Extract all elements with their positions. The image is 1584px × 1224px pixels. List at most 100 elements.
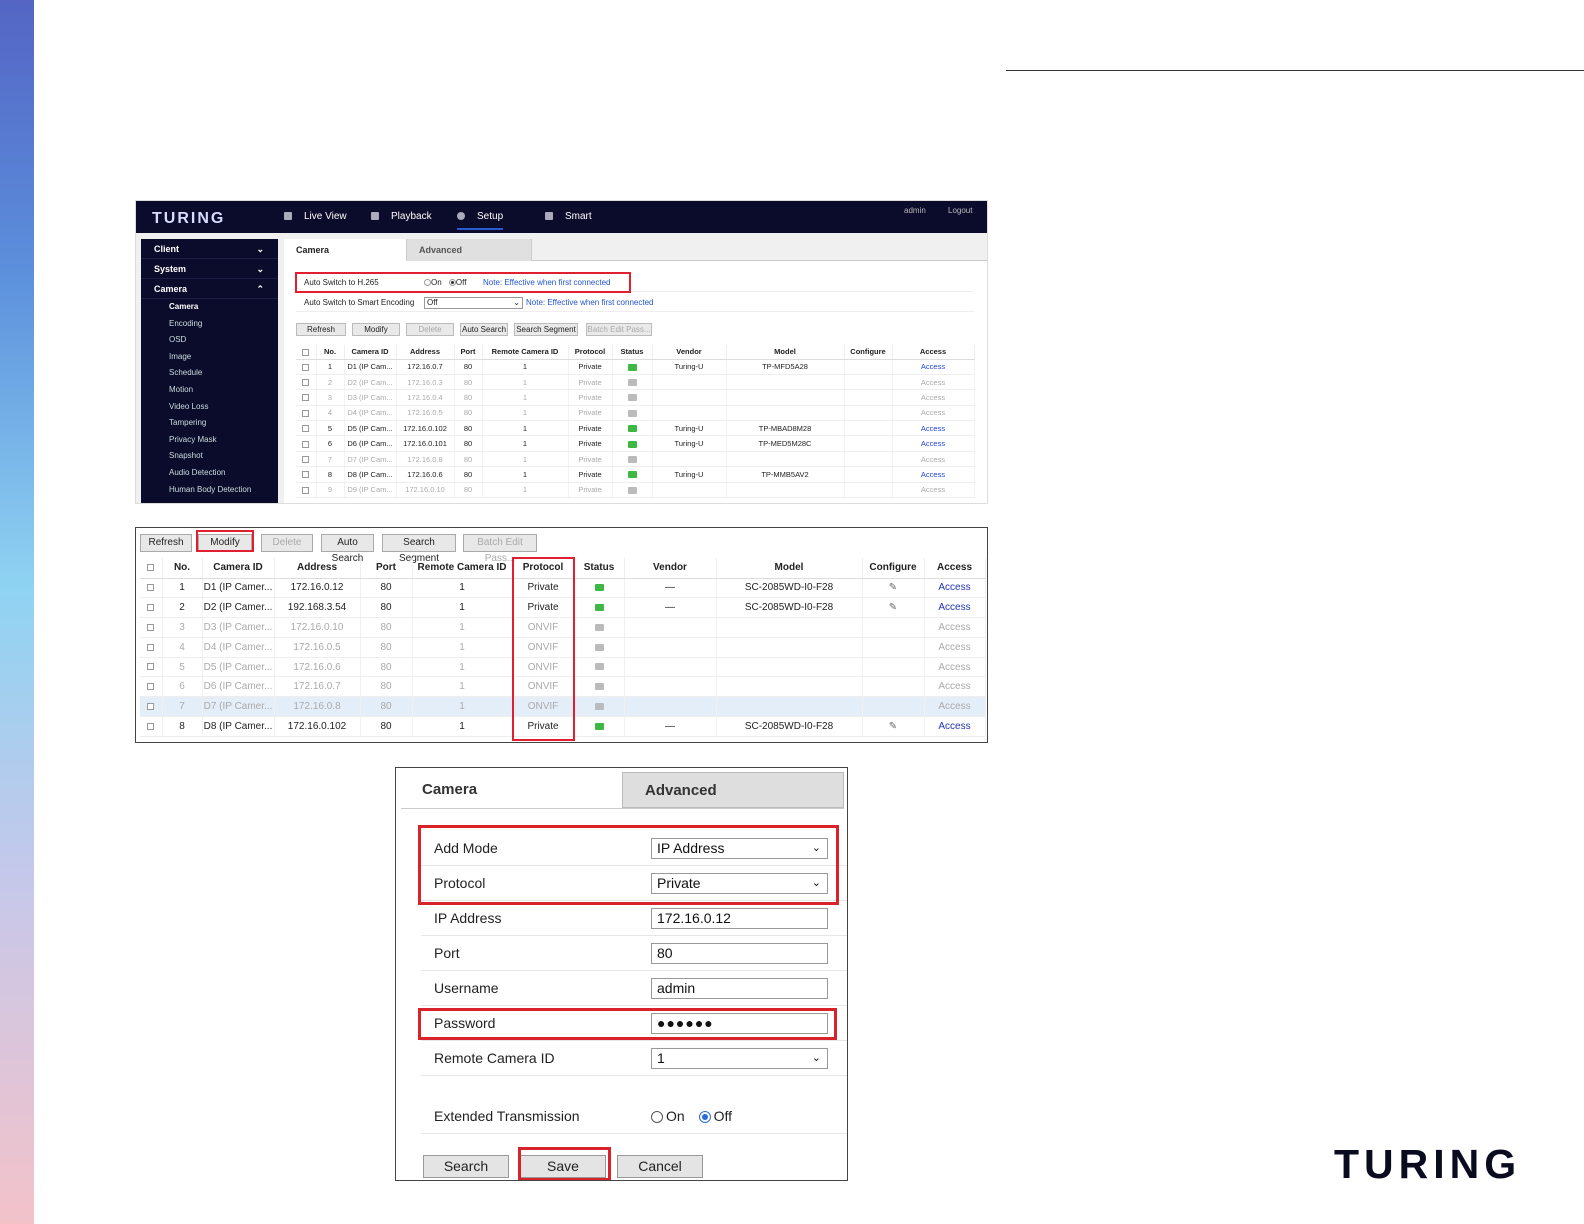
toolbar-button[interactable]: Refresh — [296, 323, 346, 336]
extended-transmission-radio-group: On Off — [651, 1099, 732, 1134]
access-link[interactable]: Access — [924, 676, 986, 698]
logout-link[interactable]: Logout — [948, 206, 972, 215]
row-checkbox[interactable] — [302, 440, 310, 448]
row-checkbox[interactable] — [302, 425, 310, 433]
pencil-icon[interactable]: ✎ — [889, 602, 897, 613]
access-link[interactable]: Access — [892, 466, 975, 483]
sidebar-item[interactable]: Schedule — [141, 365, 278, 382]
sidebar-item[interactable]: Snapshot — [141, 448, 278, 465]
row-checkbox[interactable] — [147, 584, 155, 592]
sidebar-item[interactable]: Motion — [141, 382, 278, 399]
table-row[interactable]: 5 D5 (IP Cam... 172.16.0.102 80 1 Private Turi… — [296, 420, 975, 437]
sidebar-item[interactable]: Privacy Mask — [141, 432, 278, 449]
sidebar-section-client[interactable]: Client ⌄ — [141, 239, 278, 259]
toolbar-button[interactable]: Refresh — [140, 534, 192, 552]
toolbar-button[interactable]: Search Segment — [514, 323, 578, 336]
table-row[interactable]: 3 D3 (IP Cam... 172.16.0.4 80 1 Private Access — [296, 389, 975, 406]
toolbar-button[interactable]: Delete — [261, 534, 313, 552]
row-checkbox[interactable] — [302, 409, 310, 417]
sidebar-section-system[interactable]: System ⌄ — [141, 259, 278, 279]
pencil-icon[interactable]: ✎ — [889, 721, 897, 732]
table-row[interactable]: 1 D1 (IP Cam... 172.16.0.7 80 1 Private Turing… — [296, 359, 975, 375]
ip-address-input[interactable]: 172.16.0.12 — [651, 908, 828, 929]
row-checkbox[interactable] — [147, 722, 155, 730]
ext-radio-off[interactable] — [698, 1111, 711, 1124]
access-link[interactable]: Access — [924, 657, 986, 678]
nav-setup[interactable]: Setup — [457, 211, 504, 230]
row-checkbox[interactable] — [147, 623, 155, 631]
access-link[interactable]: Access — [924, 617, 986, 638]
toolbar-button[interactable]: Auto Search — [460, 323, 508, 336]
access-link[interactable]: Access — [892, 389, 975, 406]
access-link[interactable]: Access — [924, 578, 986, 599]
row-checkbox[interactable] — [147, 703, 155, 711]
sidebar-item[interactable]: Encoding — [141, 316, 278, 333]
row-checkbox[interactable] — [302, 379, 310, 387]
access-link[interactable]: Access — [892, 374, 975, 391]
toolbar-button[interactable]: Modify — [352, 323, 400, 336]
sidebar-item[interactable]: OSD — [141, 332, 278, 349]
sidebar-item[interactable]: Audio Detection — [141, 465, 278, 482]
row-checkbox[interactable] — [147, 663, 155, 671]
row-checkbox[interactable] — [302, 486, 310, 494]
nav-live-view[interactable]: Live View — [284, 211, 347, 222]
access-link[interactable]: Access — [892, 435, 975, 452]
access-link[interactable]: Access — [924, 637, 986, 658]
access-link[interactable]: Access — [892, 359, 975, 375]
table-row[interactable]: 8 D8 (IP Cam... 172.16.0.6 80 1 Private Turing… — [296, 466, 975, 483]
toolbar-button[interactable]: Batch Edit Pass... — [586, 323, 652, 336]
sidebar-item[interactable]: Human Body Detection — [141, 482, 278, 499]
access-link[interactable]: Access — [924, 597, 986, 619]
nav-playback[interactable]: Playback — [371, 211, 432, 222]
sidebar-item[interactable]: Image — [141, 349, 278, 366]
table-row[interactable]: 4 D4 (IP Cam... 172.16.0.5 80 1 Private Access — [296, 405, 975, 422]
camera-address: 172.16.0.10 — [274, 617, 361, 638]
tab-camera[interactable]: Camera — [284, 239, 406, 261]
row-checkbox[interactable] — [302, 471, 310, 479]
sidebar-item[interactable]: Video Loss — [141, 399, 278, 416]
search-button[interactable]: Search — [423, 1155, 509, 1178]
nav-smart[interactable]: Smart — [545, 211, 592, 222]
access-link[interactable]: Access — [924, 696, 986, 718]
access-link[interactable]: Access — [892, 451, 975, 468]
sidebar-item[interactable]: Tampering — [141, 415, 278, 432]
tab-camera[interactable]: Camera — [401, 772, 622, 808]
row-checkbox[interactable] — [147, 683, 155, 691]
smart-encoding-select[interactable]: Off ⌄ — [424, 297, 523, 309]
table-row[interactable]: 9 D9 (IP Cam... 172.16.0.10 80 1 Private Acces… — [296, 482, 975, 499]
row-number: 7 — [162, 696, 203, 718]
access-link[interactable]: Access — [924, 716, 986, 737]
row-checkbox[interactable] — [302, 456, 310, 464]
row-checkbox[interactable] — [147, 643, 155, 651]
select-all-checkbox[interactable] — [302, 348, 310, 356]
table-row[interactable]: 2 D2 (IP Cam... 172.16.0.3 80 1 Private Access — [296, 374, 975, 391]
sidebar-section-camera[interactable]: Camera ⌃ — [141, 279, 278, 299]
toolbar-button[interactable]: Delete — [406, 323, 454, 336]
access-link[interactable]: Access — [892, 420, 975, 437]
chevron-down-icon: ⌄ — [256, 264, 264, 274]
tab-advanced[interactable]: Advanced — [406, 239, 532, 261]
pencil-icon[interactable]: ✎ — [889, 582, 897, 593]
access-link[interactable]: Access — [892, 482, 975, 499]
row-checkbox[interactable] — [147, 604, 155, 612]
row-checkbox[interactable] — [302, 363, 310, 371]
camera-status-icon — [627, 425, 637, 433]
remote-camera-id: 1 — [412, 696, 513, 718]
ext-radio-on[interactable] — [651, 1111, 663, 1124]
tab-advanced[interactable]: Advanced — [622, 772, 844, 808]
username-input[interactable]: admin — [651, 978, 828, 999]
table-row[interactable]: 7 D7 (IP Cam... 172.16.0.8 80 1 Private Access — [296, 451, 975, 468]
sidebar-item[interactable]: Camera — [141, 299, 278, 316]
select-all-checkbox[interactable] — [147, 564, 155, 572]
turing-brand-logo: TURING — [1334, 1141, 1516, 1187]
cancel-button[interactable]: Cancel — [617, 1155, 703, 1178]
port-input[interactable]: 80 — [651, 943, 828, 964]
remote-camera-id-select[interactable]: 1 ⌄ — [651, 1048, 828, 1069]
table-row[interactable]: 6 D6 (IP Cam... 172.16.0.101 80 1 Private Turi… — [296, 435, 975, 452]
row-checkbox[interactable] — [302, 394, 310, 402]
access-link[interactable]: Access — [892, 405, 975, 422]
toolbar-button[interactable]: Auto Search — [321, 534, 374, 564]
toolbar-button[interactable]: Batch Edit Pass... — [463, 534, 537, 564]
camera-status-icon — [594, 663, 604, 671]
toolbar-button[interactable]: Search Segment — [382, 534, 456, 564]
